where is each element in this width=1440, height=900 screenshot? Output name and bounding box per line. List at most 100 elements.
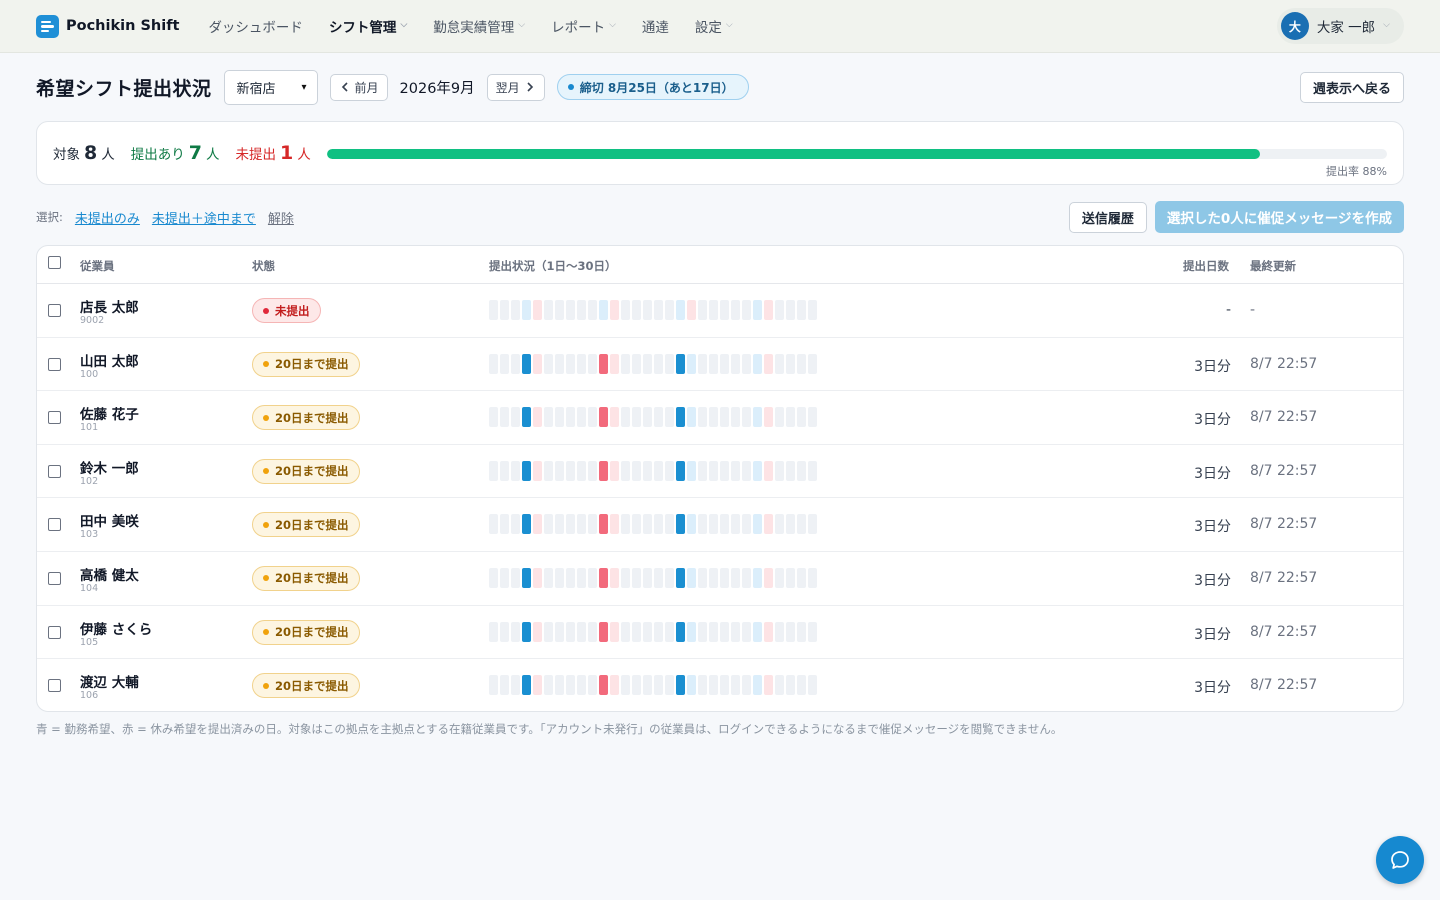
employee-id: 104 (80, 582, 99, 594)
day-cell (555, 675, 564, 696)
send-history-button[interactable]: 送信履歴 (1068, 201, 1147, 233)
day-cell (599, 567, 608, 588)
row-checkbox[interactable] (48, 304, 61, 317)
day-cell (643, 460, 652, 481)
day-cell (731, 407, 740, 428)
select-all-checkbox[interactable] (48, 256, 61, 269)
day-cell (775, 407, 784, 428)
day-cell (676, 621, 685, 642)
day-cell (599, 514, 608, 535)
day-cell (654, 407, 663, 428)
row-checkbox[interactable] (48, 571, 61, 585)
row-checkbox[interactable] (48, 518, 61, 532)
nav-item-1[interactable]: シフト管理 ⌵ (329, 16, 407, 36)
nav-item-4[interactable]: 通達 (642, 16, 669, 36)
table-row: 店長 太郎 9002 未提出 - - (37, 284, 1403, 338)
day-cell (709, 300, 718, 320)
chat-button[interactable] (1376, 836, 1424, 884)
submitted-days: 3日分 (1194, 680, 1231, 697)
header-employee: 従業員 (80, 259, 115, 273)
day-cell (654, 514, 663, 535)
nav-item-3[interactable]: レポート ⌵ (551, 16, 616, 36)
table-row: 高橋 健太 104 20日まで提出 3日分 8/7 22:57 (37, 552, 1403, 606)
select-partial-link[interactable]: 未提出＋途中まで (152, 208, 256, 227)
day-cell (764, 460, 773, 481)
top-nav: Pochikin Shift ダッシュボード シフト管理 ⌵ 勤怠実績管理 ⌵ レポート ⌵… (0, 0, 1440, 53)
day-cell (533, 675, 542, 696)
row-checkbox[interactable] (48, 679, 61, 693)
day-cell (687, 460, 696, 481)
table-row: 佐藤 花子 101 20日まで提出 3日分 8/7 22:57 (37, 391, 1403, 445)
last-updated: 8/7 22:57 (1250, 516, 1318, 533)
day-cell (742, 567, 751, 588)
create-reminder-button[interactable]: 選択した0人に催促メッセージを作成 (1154, 201, 1404, 233)
nav-item-0[interactable]: ダッシュボード (208, 16, 303, 36)
select-unsubmitted-link[interactable]: 未提出のみ (75, 208, 140, 227)
table-row: 渡辺 大輔 106 20日まで提出 3日分 8/7 22:57 (37, 659, 1403, 711)
status-dot-icon (263, 629, 269, 636)
day-cell (533, 353, 542, 374)
avatar: 大 (1280, 12, 1309, 40)
day-cell (610, 300, 619, 320)
nav-item-label: 通達 (641, 20, 669, 36)
day-cell (720, 675, 729, 696)
submission-table: 従業員 状態 提出状況（1日〜30日） 提出日数 最終更新 店長 太郎 9002… (36, 245, 1404, 712)
day-cell (753, 514, 762, 535)
day-cell (709, 621, 718, 642)
deadline-text: 締切 8月25日（あと17日） (579, 80, 734, 95)
summary-card: 対象 8 人 提出あり 7 人 未提出 1 人 提出率 88% (36, 121, 1404, 185)
day-cell (676, 300, 685, 320)
day-cell (753, 621, 762, 642)
brand[interactable]: Pochikin Shift (36, 14, 179, 38)
nav-item-2[interactable]: 勤怠実績管理 ⌵ (433, 16, 525, 36)
day-cell (676, 407, 685, 428)
header-updated: 最終更新 (1250, 259, 1296, 273)
row-checkbox[interactable] (48, 464, 61, 478)
day-cell (588, 407, 597, 428)
status-dot-icon (263, 468, 269, 475)
last-updated: 8/7 22:57 (1250, 355, 1318, 372)
day-grid (489, 567, 817, 588)
day-cell (500, 300, 509, 320)
day-cell (555, 567, 564, 588)
user-menu[interactable]: 大 大家 一郎 ⌵ (1276, 8, 1404, 44)
store-select[interactable]: 新宿店 ▾ (223, 69, 318, 105)
day-cell (500, 514, 509, 535)
day-cell (489, 567, 498, 588)
day-grid (489, 407, 817, 428)
footnote: 青 = 勤務希望、赤 = 休み希望を提出済みの日。対象はこの拠点を主拠点とする在… (36, 722, 1063, 736)
nav-item-label: 設定 (694, 20, 722, 36)
status-dot-icon (263, 361, 269, 368)
day-cell (731, 567, 740, 588)
back-to-week-button[interactable]: 週表示へ戻る (1299, 71, 1404, 103)
employee-id: 101 (80, 422, 99, 434)
prev-month-button[interactable]: 前月 (329, 73, 388, 101)
day-cell (742, 460, 751, 481)
day-cell (511, 300, 520, 320)
day-cell (511, 514, 520, 535)
nav-item-label: レポート (551, 20, 606, 36)
nav-item-5[interactable]: 設定 ⌵ (695, 16, 733, 36)
next-month-button[interactable]: 翌月 (486, 73, 545, 101)
current-month: 2026年9月 (399, 80, 475, 97)
clear-selection-link[interactable]: 解除 (268, 208, 294, 227)
day-cell (621, 353, 630, 374)
stat-unsubmitted-unit: 人 (297, 147, 311, 163)
day-cell (775, 460, 784, 481)
day-cell (775, 621, 784, 642)
row-checkbox[interactable] (48, 357, 61, 371)
stat-submitted: 提出あり 7 人 (131, 142, 220, 164)
day-cell (775, 353, 784, 374)
employee-name: 山田 太郎 (80, 353, 139, 370)
table-row: 鈴木 一郎 102 20日まで提出 3日分 8/7 22:57 (37, 445, 1403, 499)
day-cell (621, 675, 630, 696)
day-cell (698, 675, 707, 696)
day-cell (522, 300, 531, 320)
day-cell (577, 407, 586, 428)
row-checkbox[interactable] (48, 411, 61, 425)
day-cell (753, 675, 762, 696)
row-checkbox[interactable] (48, 625, 61, 639)
day-cell (544, 353, 553, 374)
day-cell (621, 514, 630, 535)
day-cell (786, 407, 795, 428)
